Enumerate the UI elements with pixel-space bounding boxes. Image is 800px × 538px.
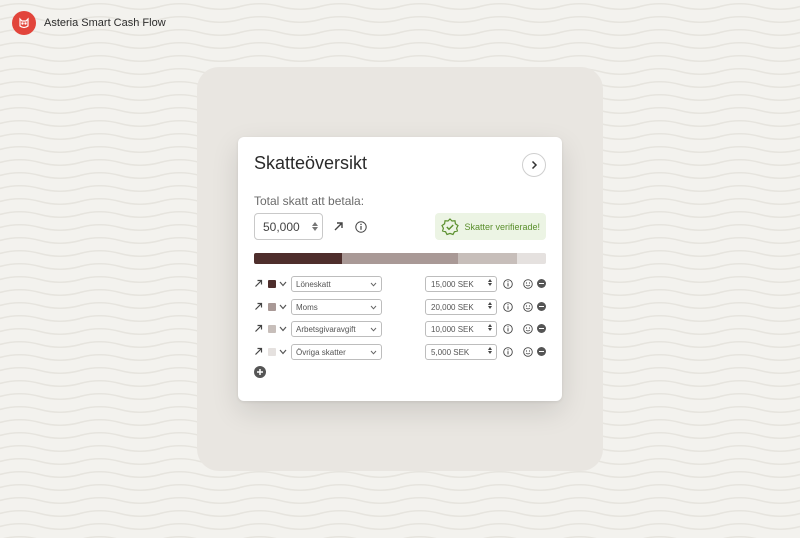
owl-logo-icon [12,11,36,35]
add-row-button[interactable] [254,366,266,378]
chevron-down-icon[interactable] [279,304,287,310]
remove-row-button[interactable] [537,279,546,288]
category-select[interactable]: Övriga skatter [291,344,382,360]
tax-bar-segment [341,253,459,264]
smiley-icon[interactable] [523,279,533,289]
chevron-down-icon[interactable] [279,281,287,287]
total-stepper[interactable] [312,222,318,231]
amount-input[interactable]: 10,000 SEK [425,321,497,337]
amount-stepper[interactable] [488,302,492,309]
category-label: Löneskatt [296,279,331,289]
color-swatch[interactable] [268,325,276,333]
amount-input[interactable]: 20,000 SEK [425,299,497,315]
card-title: Skatteöversikt [254,153,368,173]
chevron-down-icon[interactable] [279,349,287,355]
arrow-up-right-icon[interactable] [254,324,263,333]
amount-value: 5,000 SEK [431,347,470,357]
chevron-down-icon [370,350,377,355]
smiley-icon[interactable] [523,347,533,357]
tax-bar-segment [516,253,546,264]
arrow-up-right-icon[interactable] [254,279,263,288]
tax-bar-segment [254,253,342,264]
chevron-down-icon [370,282,377,287]
amount-value: 15,000 SEK [431,279,474,289]
color-swatch[interactable] [268,303,276,311]
chevron-down-icon [370,305,377,310]
category-select[interactable]: Moms [291,299,382,315]
category-select[interactable]: Löneskatt [291,276,382,292]
chevron-down-icon[interactable] [279,326,287,332]
color-swatch[interactable] [268,348,276,356]
check-badge-icon [441,217,460,235]
tax-bar-segment [458,253,517,264]
amount-value: 20,000 SEK [431,302,474,312]
total-value: 50,000 [263,219,300,234]
tax-distribution-bar [254,253,546,264]
category-select[interactable]: Arbetsgivaravgift [291,321,382,337]
arrow-up-right-icon[interactable] [254,347,263,356]
amount-stepper[interactable] [488,324,492,331]
category-label: Moms [296,302,318,312]
plus-icon [257,369,263,375]
amount-input[interactable]: 5,000 SEK [425,344,497,360]
arrow-up-right-icon[interactable] [254,302,263,311]
total-label: Total skatt att betala: [254,194,365,208]
info-icon[interactable] [503,347,513,357]
amount-stepper[interactable] [488,347,492,354]
amount-stepper[interactable] [488,279,492,286]
info-icon[interactable] [503,302,513,312]
tax-row: Övriga skatter 5,000 SEK [254,344,546,360]
color-swatch[interactable] [268,280,276,288]
total-input[interactable]: 50,000 [254,213,323,240]
app-name: Asteria Smart Cash Flow [44,17,166,29]
tax-row: Moms 20,000 SEK [254,299,546,315]
info-icon[interactable] [503,324,513,334]
verified-label: Skatter verifierade! [464,221,540,232]
remove-row-button[interactable] [537,324,546,333]
next-button[interactable] [522,153,546,177]
chevron-right-icon [531,160,538,170]
amount-input[interactable]: 15,000 SEK [425,276,497,292]
amount-value: 10,000 SEK [431,324,474,334]
tax-row: Arbetsgivaravgift 10,000 SEK [254,321,546,337]
category-label: Övriga skatter [296,347,346,357]
category-label: Arbetsgivaravgift [296,324,356,334]
brand: Asteria Smart Cash Flow [12,11,166,35]
arrow-up-right-icon[interactable] [333,221,344,232]
info-icon[interactable] [355,221,367,233]
chevron-down-icon [370,327,377,332]
smiley-icon[interactable] [523,324,533,334]
verified-badge: Skatter verifierade! [435,213,546,240]
info-icon[interactable] [503,279,513,289]
remove-row-button[interactable] [537,302,546,311]
tax-row: Löneskatt 15,000 SEK [254,276,546,292]
remove-row-button[interactable] [537,347,546,356]
smiley-icon[interactable] [523,302,533,312]
tax-overview-card: Skatteöversikt Total skatt att betala: 5… [238,137,562,401]
